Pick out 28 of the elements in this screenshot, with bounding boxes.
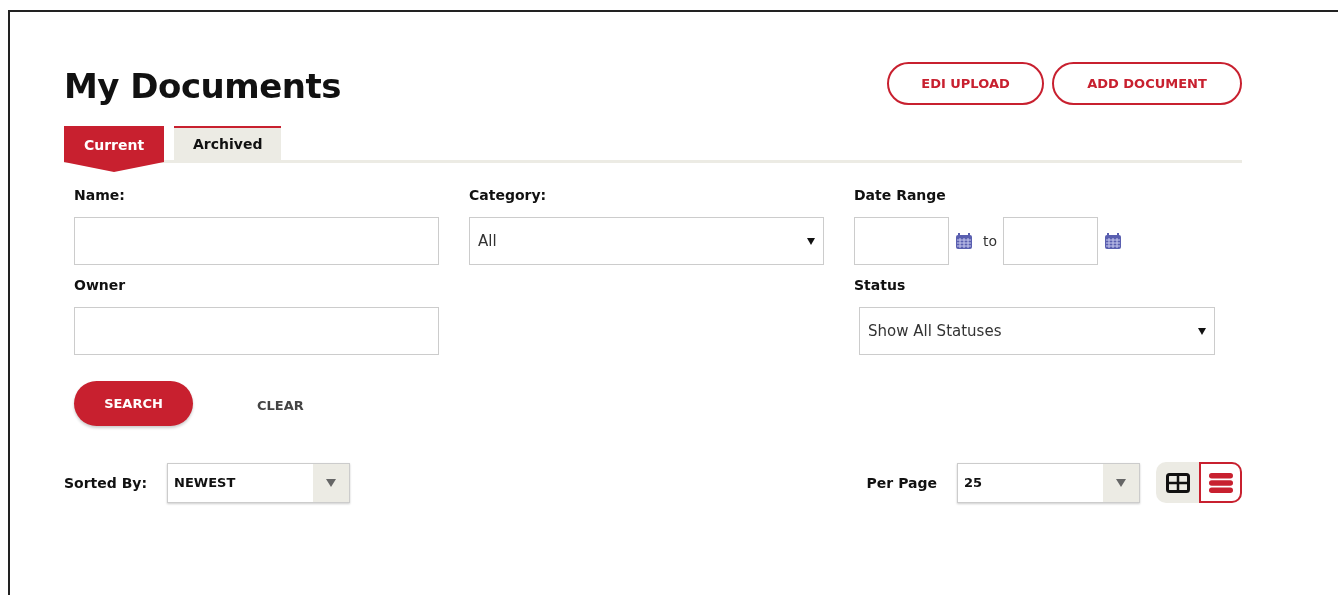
action-button[interactable]: EDI UPLOAD	[887, 62, 1044, 105]
calendar-icon[interactable]	[955, 232, 973, 250]
category-dropdown[interactable]: All	[469, 217, 824, 265]
per-page-dropdown[interactable]: 25	[957, 462, 1140, 503]
per-page-label: Per Page	[866, 474, 937, 491]
tab[interactable]: Current	[64, 126, 164, 172]
input-field[interactable]	[74, 307, 439, 355]
action-button[interactable]: ADD DOCUMENT	[1052, 62, 1242, 105]
field-label: Name:	[74, 187, 126, 203]
field-label: Owner	[74, 277, 127, 293]
list-view-button[interactable]	[1199, 462, 1242, 503]
date-field[interactable]	[854, 217, 949, 265]
input-field[interactable]	[74, 217, 439, 265]
search-button[interactable]: SEARCH	[74, 381, 193, 426]
grid-icon	[1165, 472, 1190, 493]
list-icon	[1208, 472, 1233, 493]
clear-button[interactable]: CLEAR	[257, 398, 304, 413]
field-label: Status	[854, 277, 907, 293]
field-label: Date Range	[854, 187, 947, 203]
range-separator: to	[983, 233, 998, 249]
field-label: Category:	[469, 187, 548, 203]
tab[interactable]: Archived	[174, 126, 282, 160]
sort-dropdown[interactable]: NEWEST	[167, 462, 351, 503]
status-dropdown[interactable]: Show All Statuses	[859, 307, 1215, 355]
calendar-icon[interactable]	[1104, 232, 1123, 250]
date-field[interactable]	[1003, 217, 1099, 265]
page-title: My Documents	[64, 66, 341, 106]
sort-label: Sorted By:	[64, 474, 148, 491]
